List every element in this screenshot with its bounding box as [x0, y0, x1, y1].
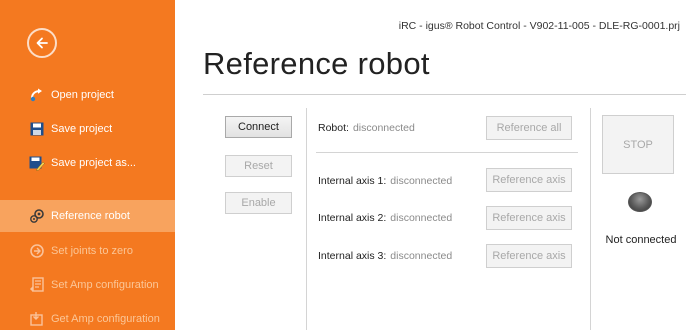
sidebar-item-label: Get Amp configuration [51, 313, 160, 325]
robot-axes-separator [316, 152, 578, 153]
page-title: Reference robot [203, 46, 430, 81]
connect-button[interactable]: Connect [225, 116, 292, 138]
sidebar-item-label: Set joints to zero [51, 245, 133, 257]
axis-3-status: disconnected [390, 250, 453, 262]
sidebar-item-label: Save project [51, 123, 113, 135]
sidebar-item-label: Save project as... [51, 157, 136, 169]
connection-status-label: Not connected [605, 234, 677, 246]
sidebar-item-label: Reference robot [51, 210, 130, 222]
sidebar-item-save-project-as[interactable]: Save project as... [0, 147, 175, 179]
axis-2-status-row: Internal axis 2: disconnected [318, 212, 452, 224]
sidebar-item-set-joints-to-zero[interactable]: Set joints to zero [0, 235, 175, 267]
axis-2-label: Internal axis 2: [318, 212, 387, 224]
back-button[interactable] [27, 28, 57, 58]
right-panel-separator [590, 108, 591, 330]
axis-3-status-row: Internal axis 3: disconnected [318, 250, 452, 262]
reference-all-button[interactable]: Reference all [486, 116, 572, 140]
set-amp-config-icon [29, 277, 45, 293]
sidebar-item-save-project[interactable]: Save project [0, 113, 175, 145]
title-divider [203, 94, 686, 95]
get-amp-config-icon [29, 311, 45, 327]
axis-3-label: Internal axis 3: [318, 250, 387, 262]
reference-axis-1-button[interactable]: Reference axis [486, 168, 572, 192]
back-arrow-icon [36, 37, 48, 49]
window-title: iRC - igus® Robot Control - V902-11-005 … [398, 20, 680, 32]
save-as-icon [29, 155, 45, 171]
axis-1-label: Internal axis 1: [318, 175, 387, 187]
robot-label: Robot: [318, 122, 349, 134]
save-icon [29, 121, 45, 137]
enable-button[interactable]: Enable [225, 192, 292, 214]
set-joints-zero-icon [29, 243, 45, 259]
sidebar-item-get-amp-configuration[interactable]: Get Amp configuration [0, 303, 175, 335]
sidebar-item-label: Open project [51, 89, 114, 101]
axis-1-status-row: Internal axis 1: disconnected [318, 175, 452, 187]
axis-2-status: disconnected [390, 212, 453, 224]
sidebar: Open project Save project Save project a… [0, 0, 175, 330]
robot-status: disconnected [352, 122, 415, 134]
robot-status-row: Robot: disconnected [318, 122, 415, 134]
open-project-icon [29, 87, 45, 103]
connection-status-led [628, 192, 652, 212]
sidebar-item-set-amp-configuration[interactable]: Set Amp configuration [0, 269, 175, 301]
left-panel-separator [306, 108, 307, 330]
axis-1-status: disconnected [390, 175, 453, 187]
sidebar-item-reference-robot[interactable]: Reference robot [0, 200, 175, 232]
sidebar-item-open-project[interactable]: Open project [0, 79, 175, 111]
reference-axis-3-button[interactable]: Reference axis [486, 244, 572, 268]
reset-button[interactable]: Reset [225, 155, 292, 177]
reference-axis-2-button[interactable]: Reference axis [486, 206, 572, 230]
sidebar-item-label: Set Amp configuration [51, 279, 159, 291]
stop-button[interactable]: STOP [602, 115, 674, 174]
reference-robot-icon [29, 208, 45, 224]
